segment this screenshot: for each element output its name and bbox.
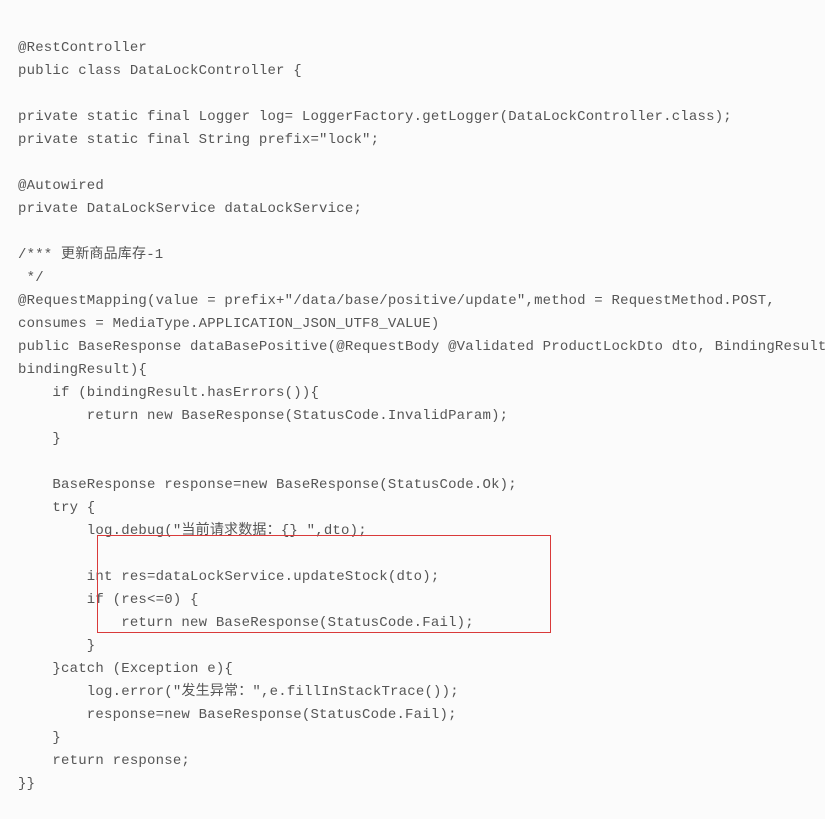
code-line: private DataLockService dataLockService;	[18, 201, 362, 217]
code-line: private static final Logger log= LoggerF…	[18, 109, 732, 125]
code-line: @Autowired	[18, 178, 104, 194]
code-line: }	[18, 431, 61, 447]
code-line: return response;	[18, 753, 190, 769]
code-line: public class DataLockController {	[18, 63, 302, 79]
code-line: try {	[18, 500, 95, 516]
code-line: return new BaseResponse(StatusCode.Fail)…	[18, 615, 474, 631]
code-block: @RestController public class DataLockCon…	[18, 14, 807, 819]
code-line: }}	[18, 776, 35, 792]
code-line: }	[18, 730, 61, 746]
code-line: return new BaseResponse(StatusCode.Inval…	[18, 408, 508, 424]
code-line: }	[18, 638, 95, 654]
code-line: BaseResponse response=new BaseResponse(S…	[18, 477, 517, 493]
code-line: private static final String prefix="lock…	[18, 132, 379, 148]
code-line: if (bindingResult.hasErrors()){	[18, 385, 319, 401]
code-line: int res=dataLockService.updateStock(dto)…	[18, 569, 439, 585]
code-line: @RestController	[18, 40, 147, 56]
code-line: @RequestMapping(value = prefix+"/data/ba…	[18, 293, 775, 332]
code-line: log.debug("当前请求数据：{} ",dto);	[18, 523, 367, 539]
code-line: log.error("发生异常：",e.fillInStackTrace());	[18, 684, 459, 700]
code-line: response=new BaseResponse(StatusCode.Fai…	[18, 707, 457, 723]
code-line: }catch (Exception e){	[18, 661, 233, 677]
code-line: /*** 更新商品库存-1	[18, 247, 163, 263]
code-line: public BaseResponse dataBasePositive(@Re…	[18, 339, 825, 378]
code-line: if (res<=0) {	[18, 592, 199, 608]
code-line: */	[18, 270, 44, 286]
